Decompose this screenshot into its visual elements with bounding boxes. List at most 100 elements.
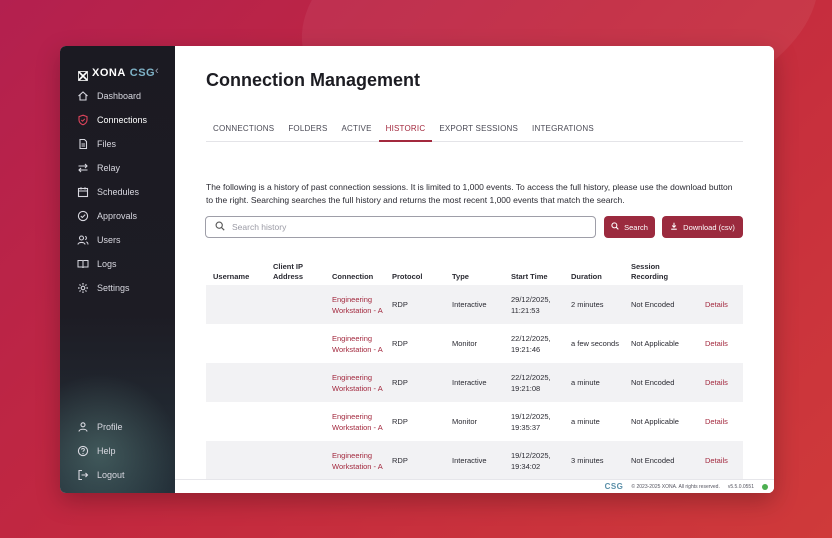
column-header[interactable]: Duration (564, 272, 624, 282)
search-button[interactable]: Search (604, 216, 655, 238)
cell-protocol: RDP (392, 417, 408, 426)
book-icon (77, 258, 89, 270)
column-header[interactable]: Session Recording (624, 262, 698, 282)
download-icon (670, 222, 678, 232)
cell-duration: a minute (571, 378, 600, 387)
details-link[interactable]: Details (698, 299, 743, 310)
sidebar-item-relay[interactable]: Relay (60, 156, 175, 180)
calendar-icon (77, 186, 89, 198)
cell-duration: 3 minutes (571, 456, 604, 465)
sidebar-bottom-nav: Profile Help Logout (60, 415, 175, 487)
sidebar-item-settings[interactable]: Settings (60, 276, 175, 300)
footer-logo: CSG (604, 482, 624, 491)
details-link[interactable]: Details (698, 377, 743, 388)
table-row: Engineering Workstation - A RDP Interact… (206, 285, 743, 324)
search-icon (611, 222, 619, 232)
details-link[interactable]: Details (698, 416, 743, 427)
footer: CSG © 2023-2025 XONA. All rights reserve… (175, 479, 774, 493)
search-history-input[interactable] (232, 222, 572, 232)
cell-type: Interactive (452, 300, 487, 309)
table-header: Username Client IP Address Connection Pr… (206, 261, 743, 285)
details-link[interactable]: Details (698, 338, 743, 349)
column-header[interactable]: Protocol (385, 272, 445, 282)
download-button-label: Download (csv) (683, 222, 735, 232)
history-table: Username Client IP Address Connection Pr… (206, 261, 743, 480)
sidebar-item-label: Approvals (97, 211, 138, 221)
cell-type: Monitor (452, 417, 478, 426)
cell-type: Interactive (452, 378, 487, 387)
cell-start-time: 19/12/2025, 19:35:37 (511, 411, 551, 432)
cell-protocol: RDP (392, 300, 408, 309)
brand-accent: CSG (129, 67, 156, 79)
tab-connections[interactable]: CONNECTIONS (206, 120, 281, 142)
sidebar-item-logout[interactable]: Logout (60, 463, 175, 487)
cell-connection-link[interactable]: Engineering Workstation - A (325, 450, 385, 472)
search-icon (215, 218, 225, 236)
sidebar-item-label: Logout (97, 470, 125, 480)
sidebar-item-help[interactable]: Help (60, 439, 175, 463)
users-icon (77, 234, 89, 246)
sidebar-item-profile[interactable]: Profile (60, 415, 175, 439)
brand-logo: XONA CSG (78, 66, 156, 81)
sidebar-item-label: Settings (97, 283, 130, 293)
help-icon (77, 445, 89, 457)
sidebar-item-approvals[interactable]: Approvals (60, 204, 175, 228)
cell-start-time: 19/12/2025, 19:34:02 (511, 450, 551, 471)
sidebar-item-label: Connections (97, 115, 148, 125)
main-content: Connection Management CONNECTIONS FOLDER… (175, 46, 774, 493)
check-circle-icon (77, 210, 89, 222)
logout-icon (77, 469, 89, 481)
cell-connection-link[interactable]: Engineering Workstation - A (325, 294, 385, 316)
sidebar-item-logs[interactable]: Logs (60, 252, 175, 276)
cell-recording: Not Encoded (631, 378, 675, 387)
sidebar-item-schedules[interactable]: Schedules (60, 180, 175, 204)
tab-bar: CONNECTIONS FOLDERS ACTIVE HISTORIC EXPO… (206, 120, 743, 142)
sidebar-item-label: Users (97, 235, 121, 245)
tab-historic[interactable]: HISTORIC (378, 120, 433, 142)
cell-connection-link[interactable]: Engineering Workstation - A (325, 372, 385, 394)
column-header[interactable]: Username (206, 272, 266, 282)
sidebar-item-dashboard[interactable]: Dashboard (60, 84, 175, 108)
brand-name: XONA (92, 67, 126, 79)
download-csv-button[interactable]: Download (csv) (662, 216, 743, 238)
column-header[interactable]: Start Time (504, 272, 564, 282)
sidebar-nav: Dashboard Connections Files Relay Schedu… (60, 84, 175, 300)
tab-active[interactable]: ACTIVE (335, 120, 379, 142)
details-link[interactable]: Details (698, 455, 743, 466)
table-row: Engineering Workstation - A RDP Monitor … (206, 324, 743, 363)
column-header[interactable]: Client IP Address (266, 262, 325, 282)
sidebar-item-users[interactable]: Users (60, 228, 175, 252)
cell-connection-link[interactable]: Engineering Workstation - A (325, 333, 385, 355)
collapse-sidebar-chevron-icon[interactable]: ‹ (155, 65, 159, 77)
footer-version: v5.5.0.0551 (727, 483, 754, 490)
tab-integrations[interactable]: INTEGRATIONS (525, 120, 601, 142)
cell-protocol: RDP (392, 456, 408, 465)
connection-status-dot (762, 483, 768, 490)
column-header[interactable]: Type (445, 272, 504, 282)
sidebar-item-label: Relay (97, 163, 121, 173)
sidebar-item-label: Logs (97, 259, 117, 269)
sidebar: XONA CSG ‹ Dashboard Connections Files R… (60, 46, 180, 493)
history-description: The following is a history of past conne… (206, 182, 733, 205)
tab-folders[interactable]: FOLDERS (281, 120, 334, 142)
home-icon (77, 90, 89, 102)
tab-export-sessions[interactable]: EXPORT SESSIONS (432, 120, 525, 142)
cell-recording: Not Applicable (631, 339, 679, 348)
sidebar-item-label: Schedules (97, 187, 140, 197)
cell-type: Monitor (452, 339, 478, 348)
search-button-label: Search (624, 222, 648, 232)
cell-start-time: 22/12/2025, 19:21:46 (511, 333, 551, 354)
file-icon (77, 138, 89, 150)
sidebar-item-connections[interactable]: Connections (60, 108, 175, 132)
sidebar-item-label: Files (97, 139, 117, 149)
cell-connection-link[interactable]: Engineering Workstation - A (325, 411, 385, 433)
column-header[interactable]: Connection (325, 272, 385, 282)
cell-duration: 2 minutes (571, 300, 604, 309)
cell-start-time: 29/12/2025, 11:21:53 (511, 294, 551, 315)
footer-copyright: © 2023-2025 XONA. All rights reserved. (631, 483, 720, 490)
app-window: XONA CSG ‹ Dashboard Connections Files R… (60, 46, 774, 493)
shield-icon (77, 114, 89, 126)
sidebar-item-files[interactable]: Files (60, 132, 175, 156)
table-row: Engineering Workstation - A RDP Monitor … (206, 402, 743, 441)
relay-arrows-icon (77, 162, 89, 174)
